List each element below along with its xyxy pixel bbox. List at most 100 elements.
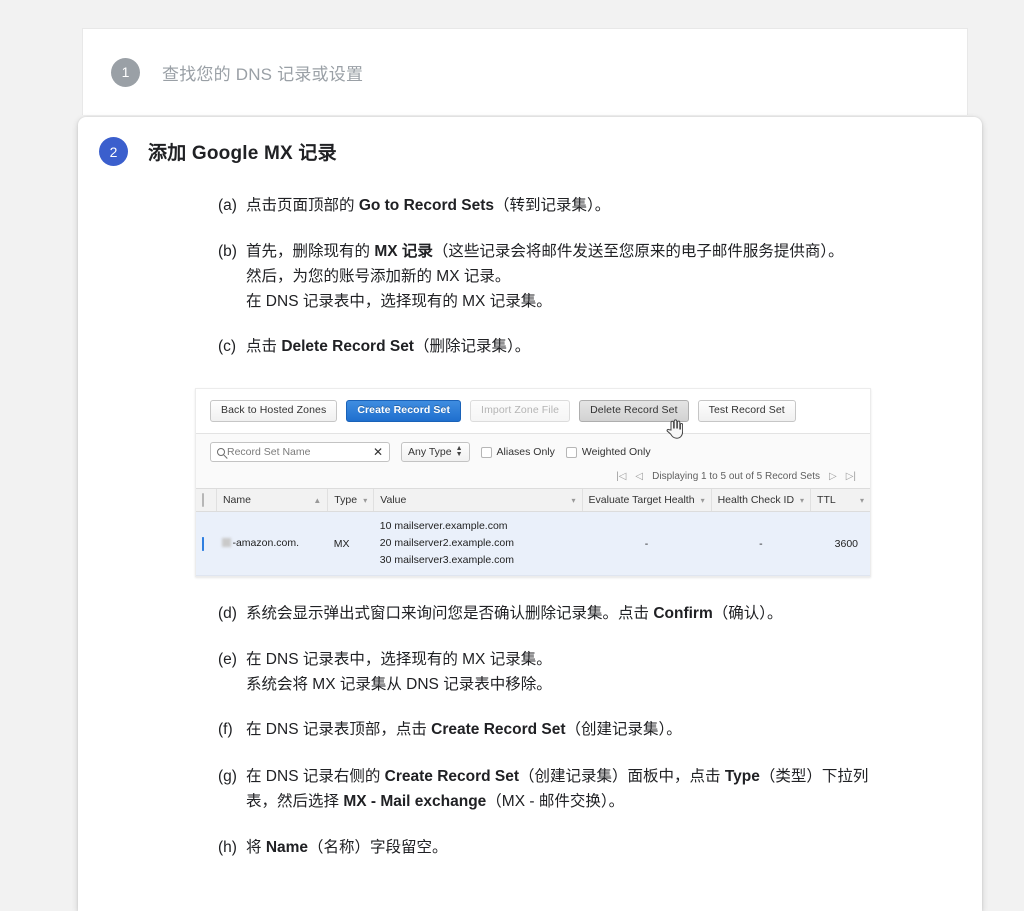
create-record-set-button[interactable]: Create Record Set [346,399,462,423]
instruction-item-h: (h) 将 Name（名称）字段留空。 [218,835,982,860]
back-to-hosted-zones-button[interactable]: Back to Hosted Zones [210,399,338,423]
plain-text: 在 DNS 记录表中，选择现有的 MX 记录集。 [246,293,552,311]
step-card-2[interactable]: 2 添加 Google MX 记录 (a) 点击页面顶部的 Go to Recor… [78,117,982,911]
step-2-title: 添加 Google MX 记录 [148,143,337,164]
plain-text: 点击页面顶部的 [246,197,359,214]
sort-caret-icon[interactable]: ▲ [313,496,321,505]
sort-caret-icon[interactable]: ▾ [363,496,367,505]
sort-caret-icon[interactable]: ▾ [860,496,864,505]
plain-text: （这些记录会将邮件发送至您原来的电子邮件服务提供商）。 [432,243,844,261]
plain-text: 表，然后选择 [246,792,344,810]
instruction-marker: (f) [218,721,233,739]
route53-filter-bar: Record Set Name ✕ Any Type ▲ ▼ Aliases On… [196,434,870,470]
instruction-line: 在 DNS 记录表顶部，点击 Create Record Set（创建记录集）。 [246,717,982,742]
plain-text: （删除记录集）。 [413,338,531,356]
search-icon [217,448,225,457]
instruction-text: 在 DNS 记录表中，选择现有的 MX 记录集。 系统会将 MX 记录集从 DNS… [246,647,982,697]
instruction-marker: (a) [218,197,237,214]
step-card-1[interactable]: 1 查找您的 DNS 记录或设置 [82,28,968,115]
instruction-marker: (b) [218,243,237,261]
table-row[interactable]: -amazon.com. MX 10 mailserver.example.com 2… [196,511,870,577]
plain-text: 系统会将 MX 记录集从 DNS 记录表中移除。 [246,676,552,694]
plain-text: 然后，为您的账号添加新的 MX 记录。 [246,268,511,286]
instruction-line: 在 DNS 记录右侧的 Create Record Set（创建记录集）面板中，… [246,764,982,789]
plain-text: （转到记录集）。 [494,197,611,214]
record-name-text: -amazon.com. [232,536,299,549]
plain-text: 系统会显示弹出式窗口来询问您是否确认删除记录集。点击 [246,605,654,623]
row-checkbox[interactable] [202,536,204,551]
plain-text: 点击 [246,338,282,356]
redacted-domain-prefix [222,538,232,548]
column-header-label: Value [380,494,407,507]
clear-search-icon[interactable]: ✕ [373,446,383,458]
sort-caret-icon[interactable]: ▾ [701,496,705,505]
sort-caret-icon[interactable]: ▾ [800,496,804,505]
column-header-value[interactable]: Value ▾ [373,488,583,513]
sort-caret-icon[interactable]: ▾ [572,496,576,505]
column-header-ttl[interactable]: TTL ▾ [810,488,870,513]
instruction-text: 点击 Delete Record Set（删除记录集）。 [246,334,982,359]
test-record-set-button[interactable]: Test Record Set [697,399,796,423]
cell-health-check-id: - [711,511,811,577]
select-all-header[interactable] [196,488,217,513]
plain-text: 将 [246,838,266,856]
instruction-item-d: (d) 系统会显示弹出式窗口来询问您是否确认删除记录集。点击 Confirm（确认… [218,601,982,626]
record-set-search-box[interactable]: Record Set Name ✕ [210,442,390,463]
emphasis-text: Type [724,767,760,785]
instruction-line: 将 Name（名称）字段留空。 [246,835,982,860]
column-header-name[interactable]: Name ▲ [215,488,328,513]
row-select-cell[interactable] [196,511,217,577]
emphasis-text: Go to Record Sets [358,197,495,214]
record-set-search-input[interactable]: Record Set Name [227,446,373,458]
delete-record-set-button[interactable]: Delete Record Set [579,399,689,423]
instruction-marker: (d) [218,605,237,623]
pagination-prev-icon[interactable]: ◁ [635,471,643,482]
weighted-only-checkbox[interactable] [565,446,577,458]
column-header-label: Evaluate Target Health [588,494,695,507]
pagination-next-icon[interactable]: ▷ [829,471,837,482]
instruction-item-c: (c) 点击 Delete Record Set（删除记录集）。 [218,334,982,359]
instruction-marker: (g) [218,767,237,785]
column-header-health-check-id[interactable]: Health Check ID ▾ [710,488,811,513]
plain-text: 首先，删除现有的 [246,243,375,261]
instruction-line: 系统会将 MX 记录集从 DNS 记录表中移除。 [246,672,982,697]
column-header-evaluate-target-health[interactable]: Evaluate Target Health ▾ [581,488,712,513]
plain-text: （确认）。 [712,605,783,623]
aliases-only-checkbox[interactable] [480,446,492,458]
emphasis-text: Create Record Set [431,721,566,739]
cell-evaluate-target-health: - [582,511,712,577]
record-value-line: 10 mailserver.example.com [379,520,508,533]
instruction-item-a: (a) 点击页面顶部的 Go to Record Sets（转到记录集）。 [218,193,982,218]
column-header-type[interactable]: Type ▾ [327,488,374,513]
pagination-first-icon[interactable]: |◁ [616,471,626,482]
column-header-label: TTL [817,494,836,507]
emphasis-text: Create Record Set [384,767,520,785]
cell-ttl: 3600 [810,511,870,577]
plain-text: 在 DNS 记录表顶部，点击 [246,721,432,739]
step-1-title: 查找您的 DNS 记录或设置 [162,64,364,84]
aliases-only-checkbox-group[interactable]: Aliases Only [480,446,555,458]
step-2-badge: 2 [99,137,128,166]
instruction-text: 将 Name（名称）字段留空。 [246,835,982,860]
record-value-line: 30 mailserver3.example.com [379,554,514,567]
select-all-checkbox[interactable] [202,493,204,508]
plain-text: 在 DNS 记录表中，选择现有的 MX 记录集。 [246,651,552,669]
emphasis-text: Name [265,838,309,856]
weighted-only-checkbox-group[interactable]: Weighted Only [565,446,651,459]
instruction-text: 在 DNS 记录表顶部，点击 Create Record Set（创建记录集）。 [246,717,982,742]
instruction-line: 然后，为您的账号添加新的 MX 记录。 [246,264,982,289]
emphasis-text: MX - Mail exchange [343,792,487,810]
instruction-line: 表，然后选择 MX - Mail exchange（MX - 邮件交换）。 [246,789,982,814]
column-header-label: Name [222,494,251,507]
cell-value: 10 mailserver.example.com 20 mailserver2.… [373,511,583,577]
route53-toolbar: Back to Hosted Zones Create Record Set Imp… [196,388,870,439]
instruction-item-b: (b) 首先，删除现有的 MX 记录（这些记录会将邮件发送至您原来的电子邮件服务提… [218,239,982,314]
weighted-only-label: Weighted Only [581,446,651,459]
instruction-line: 点击 Delete Record Set（删除记录集）。 [246,334,982,359]
page-root: 1 查找您的 DNS 记录或设置 2 添加 Google MX 记录 (a) 点击… [0,0,1024,911]
instruction-line: 首先，删除现有的 MX 记录（这些记录会将邮件发送至您原来的电子邮件服务提供商）… [246,239,982,264]
plain-text: （创建记录集）面板中，点击 [519,767,725,785]
instruction-marker: (c) [218,338,237,356]
type-filter-select[interactable]: Any Type ▲ ▼ [401,442,470,463]
pagination-last-icon[interactable]: ▷| [846,471,856,482]
